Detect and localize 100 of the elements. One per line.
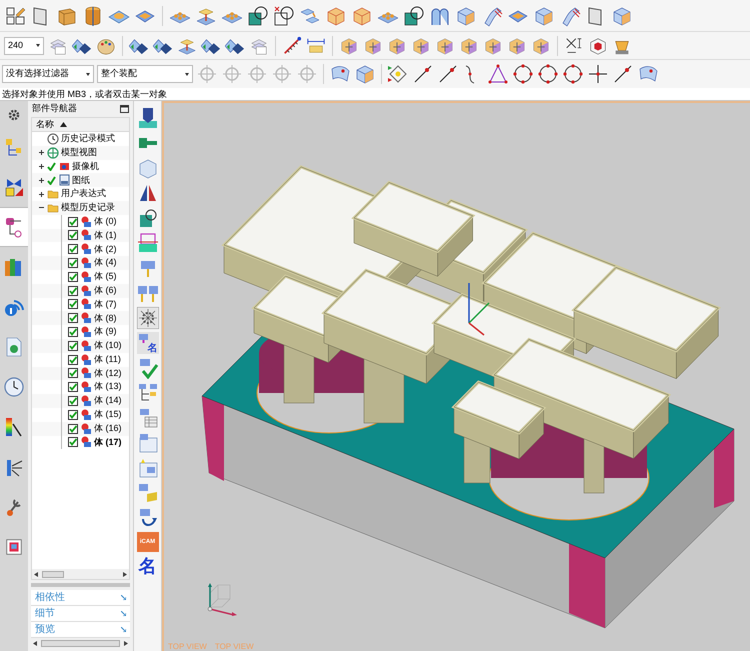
checkbox[interactable] xyxy=(68,230,78,240)
horizontal-scrollbar[interactable] xyxy=(32,569,129,579)
window-icon[interactable] xyxy=(4,537,24,557)
tree-item[interactable]: 图纸 xyxy=(72,174,90,188)
triangle-icon[interactable] xyxy=(487,63,509,85)
body-feature-icon xyxy=(80,284,92,297)
body-feature-icon xyxy=(80,408,92,421)
panel-header[interactable]: 预览 xyxy=(35,622,55,637)
tree-item[interactable]: 历史记录模式 xyxy=(61,132,115,146)
checkbox[interactable] xyxy=(68,272,78,282)
body-feature-icon xyxy=(80,340,92,352)
line-point-icon[interactable] xyxy=(412,63,434,85)
line-point-icon[interactable] xyxy=(437,63,459,85)
checkbox[interactable] xyxy=(68,368,78,378)
body-feature-icon xyxy=(80,243,92,256)
caret-icon[interactable] xyxy=(185,72,189,76)
body-feature-icon xyxy=(80,436,92,448)
expand-icon[interactable] xyxy=(38,162,45,170)
checkbox[interactable] xyxy=(68,327,78,338)
horizontal-scrollbar[interactable] xyxy=(31,638,130,648)
body-feature-icon xyxy=(80,270,92,283)
tree-item[interactable]: 用户表达式 xyxy=(61,187,106,201)
tree-item[interactable]: 摄像机 xyxy=(72,160,99,174)
checkbox[interactable] xyxy=(68,354,78,365)
dimension-icon[interactable] xyxy=(306,36,326,56)
check-icon[interactable] xyxy=(47,162,56,171)
tree-item[interactable]: 体 (13) xyxy=(94,380,122,394)
constraint-icon xyxy=(3,176,25,198)
checkbox[interactable] xyxy=(68,396,78,406)
checkbox[interactable] xyxy=(68,286,78,296)
checkbox[interactable] xyxy=(68,313,78,324)
folder-icon xyxy=(47,202,59,214)
column-header[interactable]: 名称 xyxy=(32,118,129,132)
expand-arrow-icon[interactable] xyxy=(121,595,126,600)
cad-model-drawing[interactable] xyxy=(202,165,734,628)
navigator-tab[interactable] xyxy=(0,207,28,247)
expand-icon[interactable] xyxy=(38,149,45,156)
circle-points-icon[interactable] xyxy=(562,63,584,85)
scrollbar-thumb[interactable] xyxy=(42,570,64,578)
body-feature-icon xyxy=(80,326,92,338)
caret-icon[interactable] xyxy=(86,72,90,76)
right-arrow-icon[interactable] xyxy=(123,572,127,576)
bounding-box-icon[interactable] xyxy=(588,36,608,56)
tree-item[interactable]: 体 (0) xyxy=(94,214,116,228)
square-circle-icon[interactable] xyxy=(403,4,425,26)
measure-icon[interactable] xyxy=(564,36,584,56)
checkbox[interactable] xyxy=(68,424,78,434)
expand-arrow-icon[interactable] xyxy=(121,611,126,616)
square-circle-icon[interactable] xyxy=(247,4,269,26)
maximize-icon[interactable] xyxy=(120,105,129,113)
crosshair-icon[interactable] xyxy=(587,63,609,85)
expand-icon[interactable] xyxy=(38,176,45,184)
body-feature-icon xyxy=(80,257,92,270)
body-feature-icon xyxy=(80,216,92,228)
caret-icon[interactable] xyxy=(36,44,40,47)
checkbox[interactable] xyxy=(68,299,78,310)
electrode-sheet-icon[interactable] xyxy=(136,432,158,454)
body-feature-icon xyxy=(80,367,92,380)
check-icon[interactable] xyxy=(47,176,56,185)
expand-arrow-icon[interactable] xyxy=(121,627,126,632)
sketch-icon[interactable] xyxy=(4,4,26,26)
tree-item[interactable]: 体 (2) xyxy=(94,242,116,256)
electrode-sheet-icon[interactable] xyxy=(136,457,158,479)
snap-point-icon[interactable] xyxy=(387,63,409,85)
scrollbar-thumb[interactable] xyxy=(41,640,120,646)
checkbox[interactable] xyxy=(68,410,78,420)
checkbox[interactable] xyxy=(68,216,78,227)
checkbox[interactable] xyxy=(68,382,78,392)
circle-points-icon[interactable] xyxy=(537,63,559,85)
tree-item[interactable]: 体 (7) xyxy=(94,298,116,312)
tree-item[interactable]: 体 (9) xyxy=(94,325,116,339)
view-label: TOP VIEW xyxy=(168,642,207,651)
tree-item[interactable]: 体 (5) xyxy=(94,270,116,284)
body-feature-icon xyxy=(80,354,92,366)
left-arrow-icon[interactable] xyxy=(34,572,38,576)
checkbox[interactable] xyxy=(68,244,78,254)
assembly-scope-dropdown[interactable]: 整个装配 xyxy=(97,65,193,83)
selection-filter-dropdown[interactable]: 没有选择过滤器 xyxy=(2,65,94,83)
name-button[interactable]: 名 xyxy=(136,555,158,577)
checkbox[interactable] xyxy=(68,437,78,448)
tree-item[interactable]: 体 (17) xyxy=(94,436,122,450)
settings-icon[interactable] xyxy=(8,109,20,121)
folder-icon xyxy=(47,188,59,200)
square-circle-icon[interactable] xyxy=(273,4,295,26)
circle-points-icon[interactable] xyxy=(512,63,534,85)
clock-icon xyxy=(3,376,25,398)
left-arrow-icon[interactable] xyxy=(33,640,37,646)
ruler-icon[interactable] xyxy=(282,36,302,56)
scale-dropdown[interactable]: 240 xyxy=(4,36,44,54)
right-arrow-icon[interactable] xyxy=(124,640,128,646)
expand-icon[interactable] xyxy=(38,190,45,198)
globe-icon xyxy=(47,146,59,159)
drawing-sheet-icon xyxy=(58,174,70,186)
panel-header[interactable]: 细节 xyxy=(35,606,55,621)
checkbox[interactable] xyxy=(68,258,78,268)
tree-item[interactable]: 体 (15) xyxy=(94,408,122,422)
line-point-icon[interactable] xyxy=(612,63,634,85)
electrode-name-button[interactable]: 名 xyxy=(136,332,158,354)
checkbox[interactable] xyxy=(68,340,78,351)
tree-item[interactable]: 体 (11) xyxy=(94,352,121,366)
